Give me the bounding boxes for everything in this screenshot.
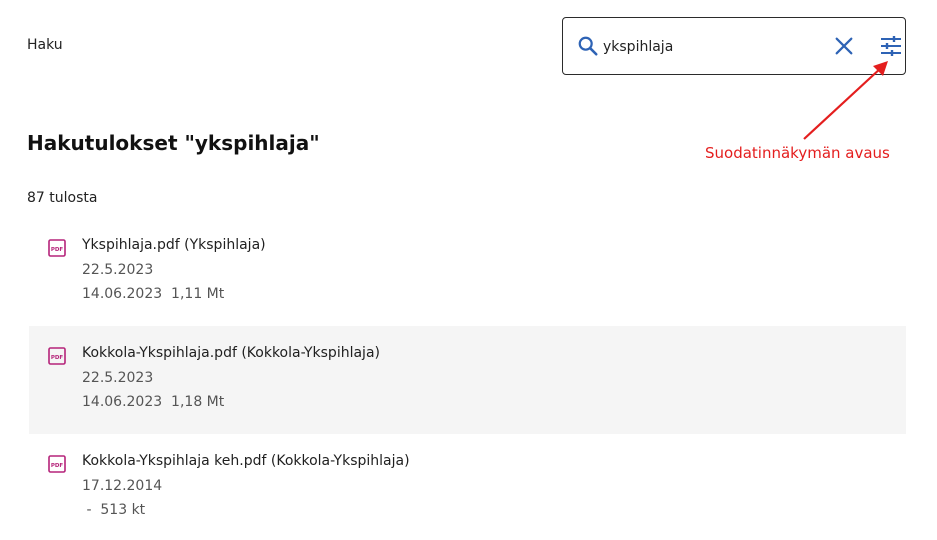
- annotation-text: Suodatinnäkymän avaus: [705, 144, 890, 162]
- results-count: 87 tulosta: [27, 190, 98, 206]
- annotation-arrow: [803, 61, 888, 140]
- pdf-icon: PDF: [48, 455, 66, 473]
- result-title[interactable]: Kokkola-Ykspihlaja keh.pdf (Kokkola-Yksp…: [82, 453, 410, 469]
- result-item[interactable]: PDF Kokkola-Ykspihlaja keh.pdf (Kokkola-…: [29, 434, 906, 540]
- result-date: 17.12.2014: [82, 478, 163, 494]
- search-icon: [578, 36, 598, 56]
- result-title[interactable]: Kokkola-Ykspihlaja.pdf (Kokkola-Ykspihla…: [82, 345, 380, 361]
- svg-text:PDF: PDF: [51, 463, 64, 469]
- pdf-icon: PDF: [48, 239, 66, 257]
- close-icon[interactable]: [833, 35, 855, 57]
- page-header-label: Haku: [27, 37, 63, 53]
- result-item[interactable]: PDF Kokkola-Ykspihlaja.pdf (Kokkola-Yksp…: [29, 326, 906, 434]
- result-date: 22.5.2023: [82, 262, 154, 278]
- result-date: 22.5.2023: [82, 370, 154, 386]
- result-meta: 14.06.2023 1,11 Mt: [82, 286, 225, 302]
- result-title[interactable]: Ykspihlaja.pdf (Ykspihlaja): [82, 237, 266, 253]
- result-item[interactable]: PDF Ykspihlaja.pdf (Ykspihlaja) 22.5.202…: [29, 218, 906, 326]
- svg-text:PDF: PDF: [51, 247, 64, 253]
- svg-text:PDF: PDF: [51, 355, 64, 361]
- result-meta: - 513 kt: [82, 502, 146, 518]
- pdf-icon: PDF: [48, 347, 66, 365]
- result-meta: 14.06.2023 1,18 Mt: [82, 394, 225, 410]
- results-title: Hakutulokset "ykspihlaja": [27, 131, 320, 155]
- result-list: PDF Ykspihlaja.pdf (Ykspihlaja) 22.5.202…: [29, 218, 906, 540]
